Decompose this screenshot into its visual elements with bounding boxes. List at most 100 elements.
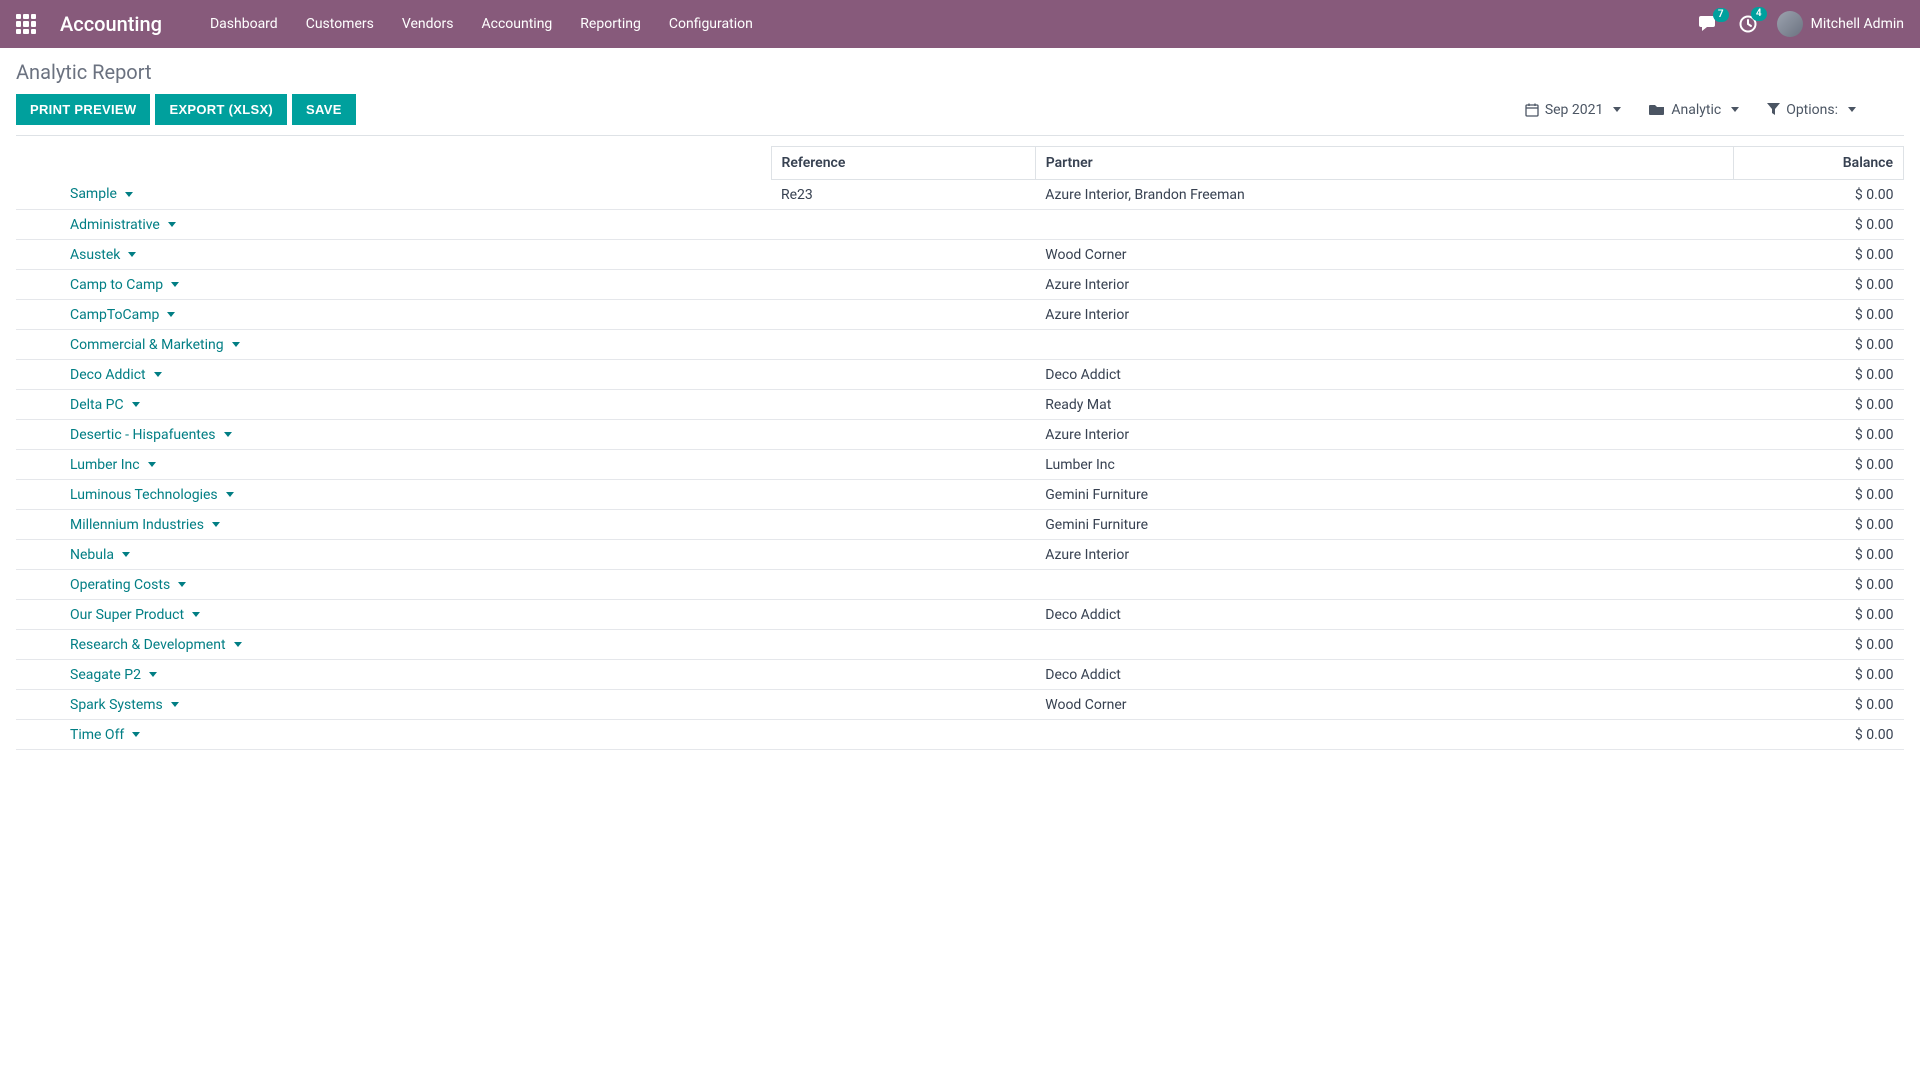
account-link[interactable]: CampToCamp	[70, 307, 175, 323]
account-link[interactable]: Millennium Industries	[70, 517, 220, 533]
cell-partner	[1035, 630, 1733, 660]
account-link[interactable]: Spark Systems	[70, 697, 179, 713]
cell-balance: $ 0.00	[1734, 630, 1904, 660]
cell-reference	[771, 300, 1035, 330]
caret-down-icon	[122, 552, 130, 557]
table-row: Commercial & Marketing$ 0.00	[16, 330, 1904, 360]
table-row: Time Off$ 0.00	[16, 720, 1904, 750]
cell-account: Operating Costs	[16, 570, 771, 600]
nav-configuration[interactable]: Configuration	[669, 16, 753, 32]
caret-down-icon	[178, 582, 186, 587]
report-area: Reference Partner Balance SampleRe23Azur…	[0, 136, 1920, 760]
export-xlsx-button[interactable]: EXPORT (XLSX)	[155, 94, 287, 125]
user-menu[interactable]: Mitchell Admin	[1777, 11, 1904, 37]
cell-balance: $ 0.00	[1734, 180, 1904, 210]
cell-account: Camp to Camp	[16, 270, 771, 300]
account-name: Delta PC	[70, 397, 124, 413]
table-row: Deco AddictDeco Addict$ 0.00	[16, 360, 1904, 390]
account-link[interactable]: Research & Development	[70, 637, 242, 653]
options-filter[interactable]: Options:	[1767, 102, 1856, 118]
table-row: SampleRe23Azure Interior, Brandon Freema…	[16, 180, 1904, 210]
save-button[interactable]: SAVE	[292, 94, 356, 125]
account-link[interactable]: Deco Addict	[70, 367, 162, 383]
cell-account: Commercial & Marketing	[16, 330, 771, 360]
cell-reference	[771, 540, 1035, 570]
table-row: Seagate P2Deco Addict$ 0.00	[16, 660, 1904, 690]
nav-accounting[interactable]: Accounting	[481, 16, 552, 32]
activities-badge: 4	[1751, 7, 1767, 21]
table-row: Lumber IncLumber Inc$ 0.00	[16, 450, 1904, 480]
account-name: Nebula	[70, 547, 114, 563]
cell-account: Millennium Industries	[16, 510, 771, 540]
account-link[interactable]: Asustek	[70, 247, 136, 263]
table-row: Delta PCReady Mat$ 0.00	[16, 390, 1904, 420]
account-link[interactable]: Nebula	[70, 547, 130, 563]
cell-partner: Wood Corner	[1035, 690, 1733, 720]
caret-down-icon	[212, 522, 220, 527]
cell-account: Administrative	[16, 210, 771, 240]
caret-down-icon	[1731, 107, 1739, 112]
account-link[interactable]: Lumber Inc	[70, 457, 156, 473]
account-link[interactable]: Desertic - Hispafuentes	[70, 427, 232, 443]
caret-down-icon	[192, 612, 200, 617]
account-name: Operating Costs	[70, 577, 170, 593]
avatar	[1777, 11, 1803, 37]
nav-customers[interactable]: Customers	[306, 16, 374, 32]
nav-reporting[interactable]: Reporting	[580, 16, 641, 32]
cell-account: Nebula	[16, 540, 771, 570]
table-row: Administrative$ 0.00	[16, 210, 1904, 240]
account-link[interactable]: Our Super Product	[70, 607, 200, 623]
account-name: Desertic - Hispafuentes	[70, 427, 216, 443]
print-preview-button[interactable]: PRINT PREVIEW	[16, 94, 150, 125]
account-name: CampToCamp	[70, 307, 159, 323]
messages-badge: 7	[1713, 8, 1729, 22]
cell-account: Asustek	[16, 240, 771, 270]
cell-partner: Deco Addict	[1035, 360, 1733, 390]
activities-button[interactable]: 4	[1739, 15, 1757, 33]
cell-account: Research & Development	[16, 630, 771, 660]
cell-reference	[771, 510, 1035, 540]
account-link[interactable]: Delta PC	[70, 397, 140, 413]
account-link[interactable]: Camp to Camp	[70, 277, 179, 293]
cell-balance: $ 0.00	[1734, 690, 1904, 720]
nav-dashboard[interactable]: Dashboard	[210, 16, 278, 32]
account-name: Seagate P2	[70, 667, 141, 683]
top-navbar: Accounting Dashboard Customers Vendors A…	[0, 0, 1920, 48]
caret-down-icon	[154, 372, 162, 377]
cell-partner	[1035, 720, 1733, 750]
cell-account: CampToCamp	[16, 300, 771, 330]
account-link[interactable]: Seagate P2	[70, 667, 157, 683]
account-link[interactable]: Commercial & Marketing	[70, 337, 240, 353]
account-link[interactable]: Administrative	[70, 217, 176, 233]
nav-vendors[interactable]: Vendors	[402, 16, 454, 32]
cell-reference	[771, 270, 1035, 300]
account-link[interactable]: Sample	[70, 186, 133, 202]
caret-down-icon	[168, 222, 176, 227]
options-label: Options:	[1786, 102, 1838, 118]
analytic-table: Reference Partner Balance SampleRe23Azur…	[16, 146, 1904, 750]
cell-reference: Re23	[771, 180, 1035, 210]
messages-button[interactable]: 7	[1699, 16, 1719, 32]
account-name: Lumber Inc	[70, 457, 140, 473]
app-brand[interactable]: Accounting	[60, 12, 162, 36]
period-filter[interactable]: Sep 2021	[1525, 102, 1622, 118]
analytic-filter[interactable]: Analytic	[1649, 102, 1739, 118]
cell-balance: $ 0.00	[1734, 450, 1904, 480]
col-reference: Reference	[771, 147, 1035, 180]
caret-down-icon	[224, 432, 232, 437]
col-account	[16, 147, 771, 180]
calendar-icon	[1525, 103, 1539, 117]
user-name: Mitchell Admin	[1811, 16, 1904, 32]
account-name: Commercial & Marketing	[70, 337, 224, 353]
cell-reference	[771, 360, 1035, 390]
apps-icon[interactable]	[16, 14, 36, 34]
caret-down-icon	[226, 492, 234, 497]
cell-partner: Gemini Furniture	[1035, 510, 1733, 540]
cell-reference	[771, 210, 1035, 240]
account-link[interactable]: Luminous Technologies	[70, 487, 234, 503]
account-link[interactable]: Operating Costs	[70, 577, 186, 593]
period-label: Sep 2021	[1545, 102, 1604, 118]
caret-down-icon	[167, 312, 175, 317]
caret-down-icon	[148, 462, 156, 467]
account-link[interactable]: Time Off	[70, 727, 140, 743]
